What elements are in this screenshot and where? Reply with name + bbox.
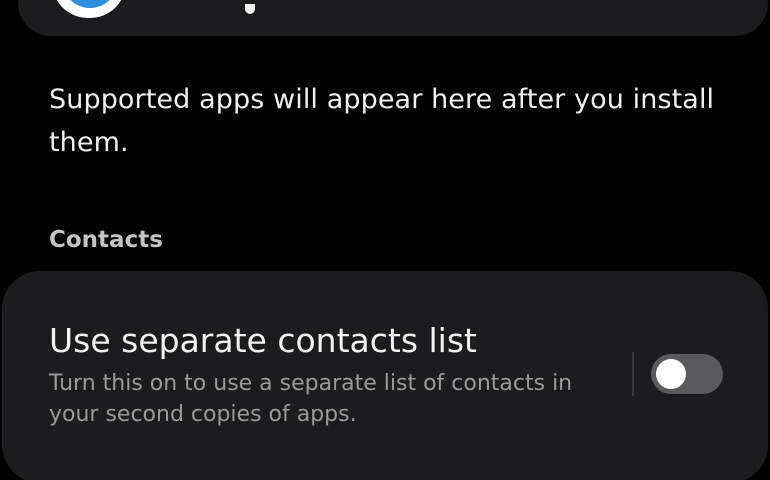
app-icon-inner: [62, 0, 118, 8]
toggle-knob: [656, 359, 686, 389]
setting-description: Turn this on to use a separate list of c…: [49, 371, 573, 427]
setting-title: Use separate contacts list: [49, 321, 477, 360]
divider: [632, 352, 634, 396]
page: Supported apps will appear here after yo…: [0, 0, 770, 480]
app-card[interactable]: [18, 0, 768, 36]
separate-contacts-setting[interactable]: Use separate contacts list Turn this on …: [2, 271, 768, 480]
empty-state-message: Supported apps will appear here after yo…: [49, 84, 715, 158]
separate-contacts-toggle[interactable]: [651, 354, 723, 394]
app-icon: [52, 0, 126, 18]
section-header-contacts: Contacts: [49, 227, 163, 253]
app-label-fragment: [245, 4, 255, 14]
